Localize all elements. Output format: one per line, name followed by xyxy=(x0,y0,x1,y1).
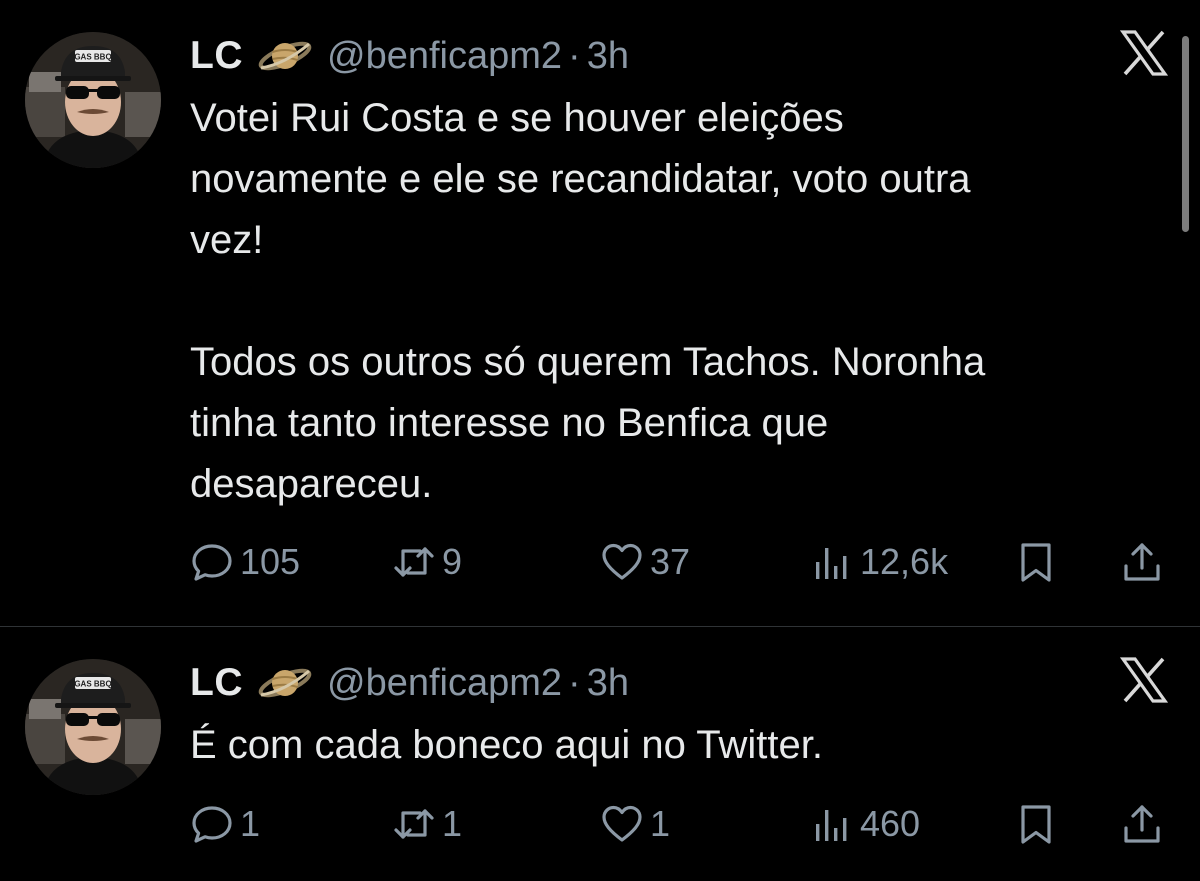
avatar[interactable]: GAS BBQ xyxy=(25,32,161,168)
reply-button[interactable]: 1 xyxy=(190,799,260,849)
svg-text:GAS BBQ: GAS BBQ xyxy=(74,53,111,62)
reply-count: 1 xyxy=(240,803,261,844)
author-handle[interactable]: @benficapm2 xyxy=(327,35,562,78)
tweet-header: LC @benficapm2 · 3h xyxy=(190,32,629,80)
tweet[interactable]: GAS BBQ LC @benficapm2 · 3h xyxy=(0,0,1200,626)
separator-dot: · xyxy=(568,34,581,77)
tweet-text: Votei Rui Costa e se houver eleições nov… xyxy=(190,96,986,506)
bookmark-icon xyxy=(1021,543,1051,582)
saturn-planet-icon xyxy=(257,34,313,78)
share-button[interactable] xyxy=(1120,799,1164,849)
heart-icon xyxy=(602,805,642,842)
svg-text:GAS BBQ: GAS BBQ xyxy=(74,680,111,689)
retweet-count: 9 xyxy=(442,541,463,582)
tweet-header: LC @benficapm2 · 3h xyxy=(190,659,629,707)
share-upload-icon xyxy=(1124,805,1160,843)
like-count: 37 xyxy=(650,541,691,582)
retweet-arrows-icon xyxy=(394,547,434,577)
bookmark-button[interactable] xyxy=(1014,799,1058,849)
like-button[interactable]: 37 xyxy=(600,537,690,587)
speech-bubble-icon xyxy=(192,544,232,581)
x-logo-icon[interactable] xyxy=(1120,657,1168,703)
timestamp[interactable]: 3h xyxy=(587,662,629,705)
avatar[interactable]: GAS BBQ xyxy=(25,659,161,795)
bar-chart-icon xyxy=(816,810,847,841)
tweet-text: É com cada boneco aqui no Twitter. xyxy=(190,723,823,767)
view-count: 12,6k xyxy=(860,541,949,582)
separator-dot: · xyxy=(568,661,581,704)
avatar-photo: GAS BBQ xyxy=(25,32,161,168)
like-button[interactable]: 1 xyxy=(600,799,670,849)
saturn-planet-icon xyxy=(257,661,313,705)
heart-icon xyxy=(602,543,642,580)
reply-count: 105 xyxy=(240,541,301,582)
retweet-button[interactable]: 1 xyxy=(392,799,462,849)
share-button[interactable] xyxy=(1120,537,1164,587)
author-handle[interactable]: @benficapm2 xyxy=(327,662,562,705)
speech-bubble-icon xyxy=(192,806,232,843)
author-name[interactable]: LC xyxy=(190,661,243,705)
avatar-photo: GAS BBQ xyxy=(25,659,161,795)
reply-button[interactable]: 105 xyxy=(190,537,300,587)
bookmark-icon xyxy=(1021,805,1051,844)
views-button[interactable]: 12,6k xyxy=(810,537,948,587)
bookmark-button[interactable] xyxy=(1014,537,1058,587)
retweet-button[interactable]: 9 xyxy=(392,537,462,587)
x-logo-icon[interactable] xyxy=(1120,30,1168,76)
tweet-actions: 1 1 1 460 xyxy=(190,799,1175,849)
tweet-actions: 105 9 37 12,6k xyxy=(190,537,1175,587)
scrollbar[interactable] xyxy=(1182,36,1189,232)
views-button[interactable]: 460 xyxy=(810,799,920,849)
view-count: 460 xyxy=(860,803,921,844)
like-count: 1 xyxy=(650,803,671,844)
tweet[interactable]: GAS BBQ LC @benficapm2 · 3h xyxy=(0,627,1200,881)
retweet-count: 1 xyxy=(442,803,463,844)
retweet-arrows-icon xyxy=(394,809,434,839)
share-upload-icon xyxy=(1124,543,1160,581)
author-name[interactable]: LC xyxy=(190,34,243,78)
bar-chart-icon xyxy=(816,548,847,579)
timestamp[interactable]: 3h xyxy=(587,35,629,78)
